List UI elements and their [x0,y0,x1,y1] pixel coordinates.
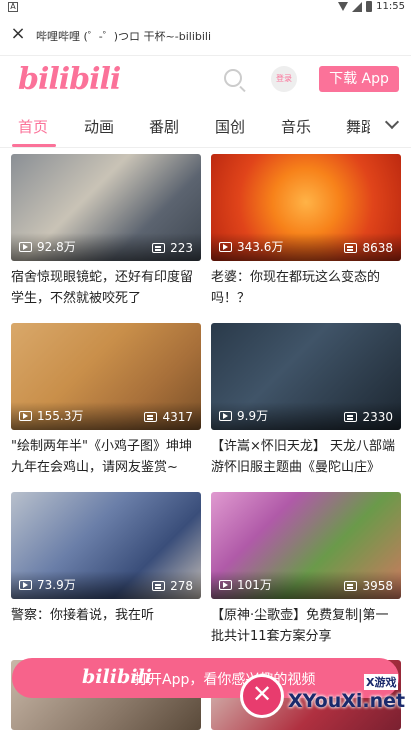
video-title[interactable]: 宿舍惊现眼镜蛇，还好有印度留学生，不然就被咬死了 [11,267,201,309]
video-thumbnail[interactable]: 73.9万 278 [11,492,201,599]
danmaku-icon [144,412,158,422]
battery-icon [366,1,373,12]
danmaku-count: 8638 [344,241,393,255]
danmaku-count: 4317 [144,410,193,424]
watermark-text: XYouXi.net [288,690,406,712]
view-count: 9.9万 [219,407,268,424]
video-thumbnail[interactable]: 101万 3958 [211,492,401,599]
video-thumbnail[interactable]: 92.8万 223 [11,154,201,261]
login-button[interactable]: 登录 [271,66,297,92]
notification-icon: A [8,2,18,12]
video-thumbnail[interactable]: 343.6万 8638 [211,154,401,261]
play-icon [219,579,232,590]
signal-icon [352,1,363,12]
watermark-badge: X游戏 [364,674,399,690]
site-header: bilibili 登录 下载 App [0,56,411,102]
video-title[interactable]: 老婆：你现在都玩这么变态的吗！？ [211,267,401,309]
tab-dance[interactable]: 舞蹈 [346,116,370,137]
play-icon [19,410,32,421]
clock: 11:55 [376,1,405,12]
tab-guochuang[interactable]: 国创 [215,116,245,137]
view-count: 73.9万 [19,576,76,593]
danmaku-count: 3958 [344,579,393,593]
close-icon[interactable]: × [10,25,26,43]
danmaku-count: 223 [152,241,193,255]
video-thumbnail[interactable]: 155.3万 4317 [11,323,201,430]
active-tab-indicator [12,144,56,147]
danmaku-icon [344,243,358,253]
video-thumbnail[interactable]: 9.9万 2330 [211,323,401,430]
watermark: X游戏 XYouXi.net [230,670,411,730]
danmaku-icon [152,581,166,591]
view-count: 92.8万 [19,238,76,255]
play-icon [19,241,32,252]
view-count: 101万 [219,576,272,593]
tab-bangumi[interactable]: 番剧 [149,116,179,137]
danmaku-count: 2330 [344,410,393,424]
play-icon [19,579,32,590]
download-app-button[interactable]: 下载 App [319,66,399,92]
play-icon [219,410,232,421]
tab-home[interactable]: 首页 [18,116,48,137]
danmaku-count: 278 [152,579,193,593]
status-bar: A 11:55 [0,0,411,16]
bilibili-logo[interactable]: bilibili [18,62,121,97]
tab-anime[interactable]: 动画 [84,116,114,137]
video-feed: 92.8万 223 宿舍惊现眼镜蛇，还好有印度留学生，不然就被咬死了 343.6… [0,148,411,730]
danmaku-icon [344,581,358,591]
video-title[interactable]: "绘制两年半"《小鸡子图》坤坤九年在会鸡山，请网友鉴赏~ [11,436,201,478]
wifi-icon [338,2,349,11]
view-count: 343.6万 [219,238,283,255]
page-title: 哔哩哔哩 (゜-゜)つロ 干杯~-bilibili [36,30,212,43]
category-tabs: 首页 动画 番剧 国创 音乐 舞蹈 [0,102,411,148]
watermark-logo-icon [240,674,284,718]
video-title[interactable]: 【原神·尘歌壶】免费复制|第一批共计11套方案分享 [211,605,401,647]
browser-title-bar: × 哔哩哔哩 (゜-゜)つロ 干杯~-bilibili [0,16,411,56]
tab-music[interactable]: 音乐 [281,116,311,137]
play-icon [219,241,232,252]
video-title[interactable]: 警察：你接着说，我在听 [11,605,201,647]
video-title[interactable]: 【许嵩×怀旧天龙】 天龙八部端游怀旧服主题曲《曼陀山庄》 [211,436,401,478]
danmaku-icon [152,243,166,253]
search-icon[interactable] [224,69,242,87]
danmaku-icon [344,412,358,422]
chevron-down-icon[interactable] [384,114,400,130]
view-count: 155.3万 [19,407,83,424]
